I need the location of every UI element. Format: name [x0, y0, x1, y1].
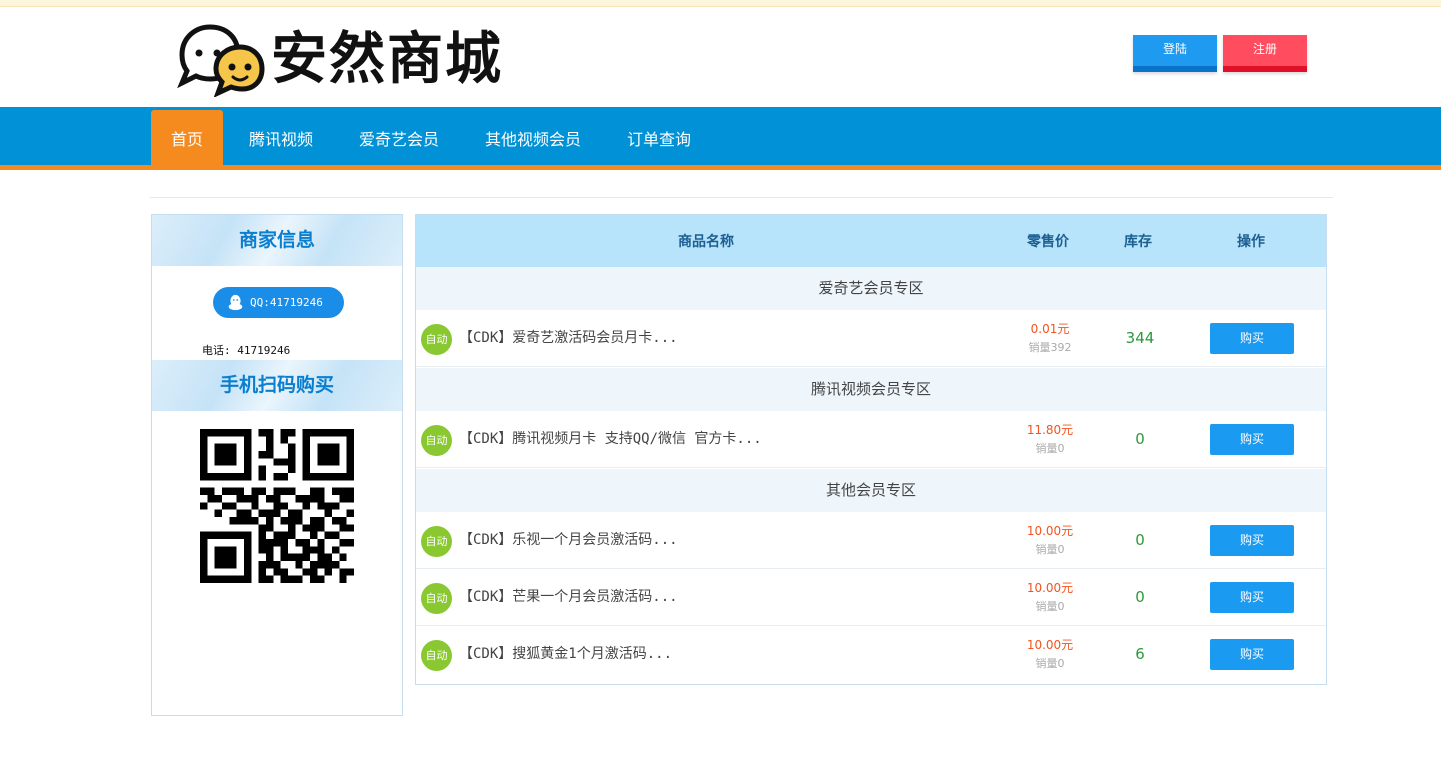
- merchant-info-title: 商家信息: [152, 215, 402, 266]
- nav-item-home[interactable]: 首页: [151, 110, 223, 170]
- nav-item-other-video[interactable]: 其他视频会员: [485, 107, 581, 170]
- product-sales: 销量0: [1035, 657, 1065, 670]
- qr-code-icon: [200, 429, 354, 583]
- product-price: 10.00元: [1026, 638, 1074, 652]
- product-stock: 344: [1125, 329, 1155, 347]
- top-notice-strip: [0, 0, 1441, 7]
- product-sales: 销量392: [1028, 341, 1072, 354]
- auto-delivery-badge: 自动: [421, 324, 452, 355]
- login-button[interactable]: 登陆: [1133, 35, 1217, 72]
- table-row: 自动 【CDK】爱奇艺激活码会员月卡... 0.01元 销量392 344 购买: [416, 310, 1326, 367]
- product-price: 10.00元: [1026, 524, 1074, 538]
- product-price: 11.80元: [1026, 423, 1074, 437]
- table-header: 商品名称 零售价 库存 操作: [416, 215, 1326, 267]
- header-retail-price: 零售价: [1027, 234, 1069, 250]
- header-product-name: 商品名称: [678, 234, 734, 250]
- product-price: 10.00元: [1026, 581, 1074, 595]
- buy-button[interactable]: 购买: [1210, 424, 1294, 455]
- product-sales: 销量0: [1035, 543, 1065, 556]
- product-sales: 销量0: [1035, 442, 1065, 455]
- section-other: 其他会员专区: [416, 469, 1326, 512]
- qq-contact-button[interactable]: QQ:41719246: [213, 287, 344, 318]
- site-header: 安然商城 登陆 注册: [0, 7, 1441, 107]
- sidebar-panel: 商家信息 QQ:41719246 电话: 41719246 手机扫码购买: [151, 214, 403, 716]
- buy-button[interactable]: 购买: [1210, 639, 1294, 670]
- table-row: 自动 【CDK】乐视一个月会员激活码... 10.00元 销量0 0 购买: [416, 512, 1326, 569]
- header-stock: 库存: [1124, 234, 1152, 250]
- chat-bubbles-logo-icon: [177, 24, 265, 97]
- site-logo[interactable]: 安然商城: [176, 21, 526, 97]
- product-stock: 0: [1135, 531, 1145, 549]
- product-sales: 销量0: [1035, 600, 1065, 613]
- nav-item-iqiyi[interactable]: 爱奇艺会员: [359, 107, 439, 170]
- buy-button[interactable]: 购买: [1210, 323, 1294, 354]
- buy-button[interactable]: 购买: [1210, 582, 1294, 613]
- product-price: 0.01元: [1030, 322, 1070, 336]
- buy-button[interactable]: 购买: [1210, 525, 1294, 556]
- main-nav: 首页 腾讯视频 爱奇艺会员 其他视频会员 订单查询: [0, 107, 1441, 170]
- qr-purchase-title: 手机扫码购买: [152, 360, 402, 411]
- auto-delivery-badge: 自动: [421, 583, 452, 614]
- auto-delivery-badge: 自动: [421, 425, 452, 456]
- phone-label: 电话: 41719246: [202, 344, 291, 357]
- register-button[interactable]: 注册: [1223, 35, 1307, 72]
- qq-penguin-icon: [228, 294, 243, 311]
- nav-item-tencent-video[interactable]: 腾讯视频: [249, 107, 313, 170]
- product-table: 商品名称 零售价 库存 操作 爱奇艺会员专区 自动 【CDK】爱奇艺激活码会员月…: [415, 214, 1327, 685]
- table-row: 自动 【CDK】芒果一个月会员激活码... 10.00元 销量0 0 购买: [416, 569, 1326, 626]
- product-name-link[interactable]: 【CDK】芒果一个月会员激活码...: [459, 569, 678, 626]
- product-name-link[interactable]: 【CDK】爱奇艺激活码会员月卡...: [459, 310, 678, 367]
- logo-text: 安然商城: [271, 26, 503, 92]
- table-row: 自动 【CDK】腾讯视频月卡 支持QQ/微信 官方卡... 11.80元 销量0…: [416, 411, 1326, 468]
- product-name-link[interactable]: 【CDK】乐视一个月会员激活码...: [459, 512, 678, 569]
- product-name-link[interactable]: 【CDK】搜狐黄金1个月激活码...: [459, 626, 672, 683]
- header-action: 操作: [1237, 234, 1265, 250]
- content-divider: [150, 197, 1333, 198]
- auto-delivery-badge: 自动: [421, 640, 452, 671]
- product-stock: 6: [1135, 645, 1145, 663]
- qq-label: QQ:41719246: [250, 296, 323, 309]
- auto-delivery-badge: 自动: [421, 526, 452, 557]
- nav-item-order-query[interactable]: 订单查询: [627, 107, 691, 170]
- section-tencent: 腾讯视频会员专区: [416, 368, 1326, 411]
- product-name-link[interactable]: 【CDK】腾讯视频月卡 支持QQ/微信 官方卡...: [459, 411, 762, 468]
- product-stock: 0: [1135, 588, 1145, 606]
- product-stock: 0: [1135, 430, 1145, 448]
- table-row: 自动 【CDK】搜狐黄金1个月激活码... 10.00元 销量0 6 购买: [416, 626, 1326, 683]
- section-iqiyi: 爱奇艺会员专区: [416, 267, 1326, 310]
